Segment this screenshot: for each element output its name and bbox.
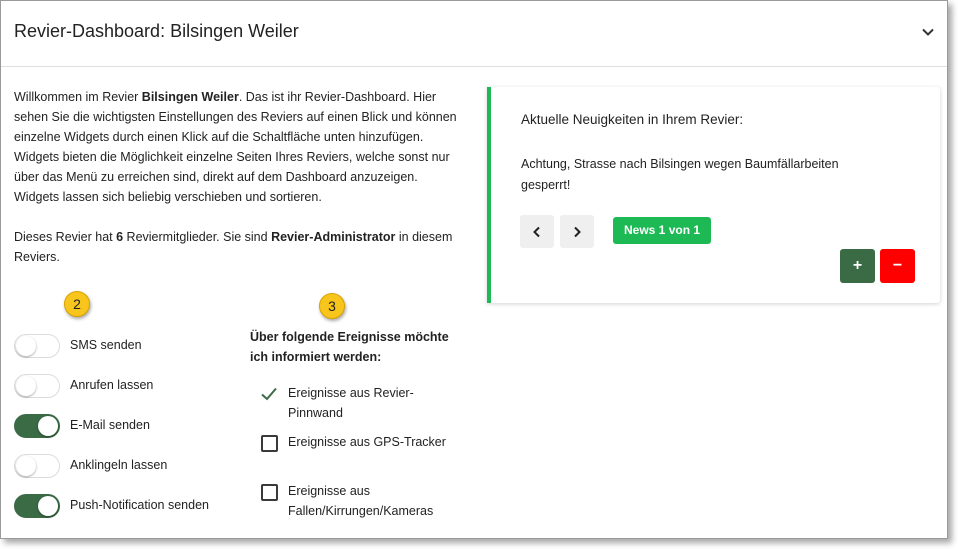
news-counter-badge: News 1 von 1 [613, 217, 712, 244]
event-label: Ereignisse aus GPS-Tracker [288, 435, 446, 449]
event-row-pinnwand: Ereignisse aus Revier-Pinnwand [250, 383, 470, 432]
remove-widget-button[interactable]: − [880, 249, 915, 283]
call-toggle[interactable] [14, 374, 60, 398]
toggle-knob [16, 336, 36, 356]
intro-paragraph-widgets: Widgets bieten die Möglichkeit einzelne … [14, 150, 450, 204]
intro-text: Willkommen im Revier Bilsingen Weiler. D… [14, 87, 464, 267]
toggle-knob [38, 416, 58, 436]
gps-tracker-checkbox[interactable] [261, 435, 278, 452]
add-widget-button[interactable]: + [840, 249, 875, 283]
intro-paragraph-members: Dieses Revier hat 6 Reviermitglieder. Si… [14, 230, 453, 264]
toggle-row-push: Push-Notification senden [14, 494, 244, 534]
page-title: Revier-Dashboard: Bilsingen Weiler [14, 21, 299, 41]
dashboard-window: Revier-Dashboard: Bilsingen Weiler Willk… [0, 0, 948, 539]
event-label: Ereignisse aus Revier-Pinnwand [288, 386, 414, 420]
event-label: Ereignisse aus Fallen/Kirrungen/Kameras [288, 484, 434, 518]
toggle-label: SMS senden [70, 338, 142, 352]
toggle-knob [38, 496, 58, 516]
notification-toggles: SMS senden Anrufen lassen E-Mail senden … [14, 334, 244, 534]
push-toggle[interactable] [14, 494, 60, 518]
toggle-label: Anrufen lassen [70, 378, 154, 392]
news-next-button[interactable] [560, 215, 594, 248]
toggle-label: Anklingeln lassen [70, 458, 168, 472]
toggle-row-email: E-Mail senden [14, 414, 244, 454]
news-widget: Aktuelle Neuigkeiten in Ihrem Revier: Ac… [487, 87, 940, 303]
toggle-label: E-Mail senden [70, 418, 150, 432]
toggle-row-call: Anrufen lassen [14, 374, 244, 414]
event-subscriptions: Über folgende Ereignisse möchte ich info… [250, 327, 470, 530]
toggle-label: Push-Notification senden [70, 498, 209, 512]
revier-name: Bilsingen Weiler [141, 90, 239, 104]
intro-paragraph-welcome: Willkommen im Revier Bilsingen Weiler. D… [14, 90, 457, 144]
sms-toggle[interactable] [14, 334, 60, 358]
event-row-fallen: Ereignisse aus Fallen/Kirrungen/Kameras [250, 481, 470, 530]
toggle-row-ring: Anklingeln lassen [14, 454, 244, 494]
email-toggle[interactable] [14, 414, 60, 438]
events-title: Über folgende Ereignisse möchte ich info… [250, 330, 449, 364]
user-role: Revier-Administrator [271, 230, 396, 244]
toggle-knob [16, 456, 36, 476]
checkmark-icon[interactable] [260, 385, 278, 403]
toggle-row-sms: SMS senden [14, 334, 244, 374]
chevron-down-icon[interactable] [921, 25, 935, 39]
chevron-right-icon [574, 226, 581, 237]
event-row-gps: Ereignisse aus GPS-Tracker [250, 432, 470, 481]
news-text: Achtung, Strasse nach Bilsingen wegen Ba… [521, 157, 839, 192]
chevron-left-icon [533, 226, 540, 237]
toggle-knob [16, 376, 36, 396]
news-heading: Aktuelle Neuigkeiten in Ihrem Revier: [521, 112, 744, 127]
news-prev-button[interactable] [520, 215, 554, 248]
annotation-badge-2: 2 [64, 291, 90, 317]
fallen-checkbox[interactable] [261, 484, 278, 501]
ring-toggle[interactable] [14, 454, 60, 478]
annotation-badge-3: 3 [319, 293, 345, 319]
dashboard-header: Revier-Dashboard: Bilsingen Weiler [1, 1, 947, 67]
